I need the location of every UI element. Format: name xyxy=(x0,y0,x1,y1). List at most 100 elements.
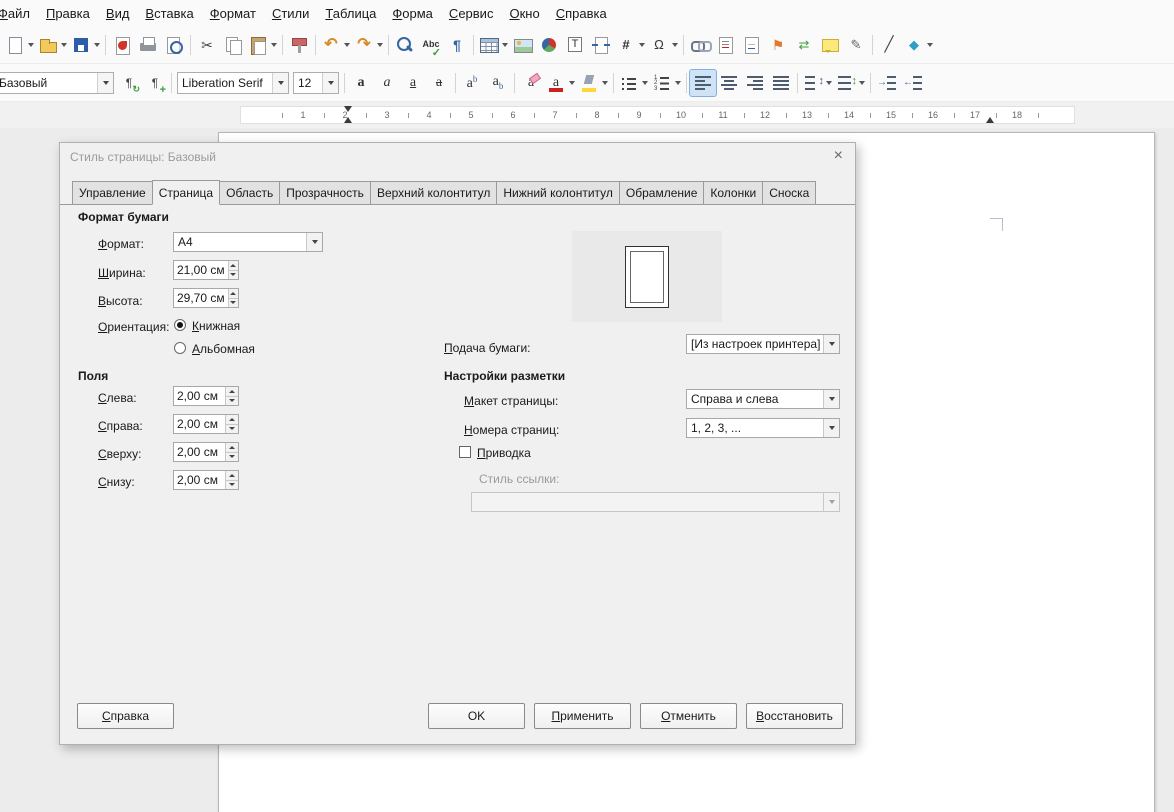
register-true-checkbox[interactable] xyxy=(459,446,471,458)
apply-button[interactable]: Применить xyxy=(534,703,631,729)
spin-down-icon[interactable] xyxy=(228,297,238,307)
insert-textbox-button[interactable]: T xyxy=(562,32,588,58)
italic-button[interactable]: а xyxy=(374,70,400,96)
insert-line-button[interactable]: ╱ xyxy=(876,32,902,58)
print-preview-button[interactable] xyxy=(161,32,187,58)
dropdown-arrow-icon[interactable] xyxy=(824,70,833,96)
cut-button[interactable]: ✂ xyxy=(194,32,220,58)
dropdown-arrow-icon[interactable] xyxy=(269,32,278,58)
spin-up-icon[interactable] xyxy=(228,261,238,270)
dropdown-arrow-icon[interactable] xyxy=(59,32,68,58)
paragraph-spacing-button[interactable] xyxy=(834,70,867,96)
ok-button[interactable]: OK xyxy=(428,703,525,729)
superscript-button[interactable]: a xyxy=(459,70,485,96)
insert-endnote-button[interactable] xyxy=(739,32,765,58)
redo-button[interactable]: ↷ xyxy=(352,32,385,58)
tab-2[interactable]: Область xyxy=(219,181,281,204)
spin-down-icon[interactable] xyxy=(226,451,238,461)
print-button[interactable] xyxy=(135,32,161,58)
font-size-combo[interactable]: 12 xyxy=(293,71,339,94)
insert-image-button[interactable] xyxy=(510,32,536,58)
spin-up-icon[interactable] xyxy=(226,443,238,452)
clear-formatting-button[interactable]: а xyxy=(518,70,544,96)
menu-item-3[interactable]: Вставка xyxy=(137,2,201,25)
save-button[interactable] xyxy=(69,32,102,58)
tab-4[interactable]: Верхний колонтитул xyxy=(369,181,498,204)
font-name-combo[interactable]: Liberation Serif xyxy=(177,71,289,94)
insert-chart-button[interactable] xyxy=(536,32,562,58)
spin-up-icon[interactable] xyxy=(226,471,238,480)
dropdown-arrow-icon[interactable] xyxy=(567,70,576,96)
menu-item-8[interactable]: Сервис xyxy=(441,2,502,25)
dropdown-arrow-icon[interactable] xyxy=(640,70,649,96)
track-changes-button[interactable]: ✎ xyxy=(843,32,869,58)
tab-0[interactable]: Управление xyxy=(72,181,153,204)
dropdown-arrow-icon[interactable] xyxy=(97,72,113,93)
insert-comment-button[interactable] xyxy=(817,32,843,58)
orientation-portrait-radio[interactable] xyxy=(174,319,186,331)
paper-height-input[interactable]: 29,70 см xyxy=(173,288,239,308)
page-numbers-select[interactable]: 1, 2, 3, ... xyxy=(686,418,840,438)
tab-3[interactable]: Прозрачность xyxy=(279,181,371,204)
spelling-button[interactable]: Abc xyxy=(418,32,444,59)
export-pdf-button[interactable] xyxy=(109,32,135,58)
align-justify-button[interactable] xyxy=(768,70,794,96)
margin-bottom-input[interactable]: 2,00 см xyxy=(173,470,239,490)
update-style-button[interactable]: ¶ xyxy=(116,70,142,96)
undo-button[interactable]: ↶ xyxy=(319,32,352,58)
menu-item-7[interactable]: Форма xyxy=(384,2,441,25)
tab-5[interactable]: Нижний колонтитул xyxy=(496,181,620,204)
new-document-button[interactable] xyxy=(3,32,36,58)
hyperlink-button[interactable] xyxy=(687,32,713,58)
paper-tray-select[interactable]: [Из настроек принтера] xyxy=(686,334,840,354)
special-character-button[interactable]: Ω xyxy=(647,32,680,58)
dropdown-arrow-icon[interactable] xyxy=(670,32,679,58)
find-replace-button[interactable] xyxy=(392,32,418,58)
align-right-button[interactable] xyxy=(742,70,768,96)
dropdown-arrow-icon[interactable] xyxy=(673,70,682,96)
insert-table-button[interactable] xyxy=(477,32,510,58)
spin-up-icon[interactable] xyxy=(226,387,238,396)
paste-button[interactable] xyxy=(246,32,279,58)
spin-up-icon[interactable] xyxy=(228,289,238,298)
help-button[interactable]: Справка xyxy=(77,703,174,729)
dropdown-arrow-icon[interactable] xyxy=(92,32,101,58)
menu-item-9[interactable]: Окно xyxy=(501,2,547,25)
paper-format-select[interactable]: A4 xyxy=(173,232,323,252)
page-layout-select[interactable]: Справа и слева xyxy=(686,389,840,409)
unordered-list-button[interactable] xyxy=(617,70,650,96)
dropdown-arrow-icon[interactable] xyxy=(342,32,351,58)
spin-down-icon[interactable] xyxy=(228,269,238,279)
spin-down-icon[interactable] xyxy=(226,423,238,433)
dialog-titlebar[interactable]: Стиль страницы: Базовый × xyxy=(60,143,855,171)
spin-up-icon[interactable] xyxy=(226,415,238,424)
margin-right-input[interactable]: 2,00 см xyxy=(173,414,239,434)
strikethrough-button[interactable]: а xyxy=(426,70,452,96)
subscript-button[interactable]: a xyxy=(485,70,511,96)
font-color-button[interactable]: а xyxy=(544,70,577,96)
tab-7[interactable]: Колонки xyxy=(703,181,764,204)
dropdown-arrow-icon[interactable] xyxy=(26,32,35,58)
basic-shapes-button[interactable]: ◆ xyxy=(902,32,935,58)
close-icon[interactable]: × xyxy=(834,147,843,165)
dropdown-arrow-icon[interactable] xyxy=(637,32,646,58)
new-style-button[interactable]: ¶ xyxy=(142,70,168,96)
margin-top-input[interactable]: 2,00 см xyxy=(173,442,239,462)
ordered-list-button[interactable] xyxy=(650,70,683,96)
dropdown-arrow-icon[interactable] xyxy=(322,72,338,93)
tab-1[interactable]: Страница xyxy=(151,180,221,205)
bold-button[interactable]: а xyxy=(348,70,374,96)
increase-indent-button[interactable] xyxy=(874,70,900,96)
highlight-color-button[interactable] xyxy=(577,70,610,96)
underline-button[interactable]: а xyxy=(400,70,426,96)
align-left-button[interactable] xyxy=(689,68,717,97)
horizontal-ruler[interactable]: 1 2 3 4 5 6 7 8 9 10 11 12 13 14 15 16 17 18 xyxy=(0,102,1174,128)
formatting-marks-button[interactable]: ¶ xyxy=(444,32,470,58)
dropdown-arrow-icon[interactable] xyxy=(857,70,866,96)
dropdown-arrow-icon[interactable] xyxy=(823,419,839,437)
dropdown-arrow-icon[interactable] xyxy=(925,32,934,58)
orientation-portrait-label[interactable]: Книжная xyxy=(192,319,240,333)
right-indent-marker[interactable] xyxy=(986,117,994,123)
orientation-landscape-radio[interactable] xyxy=(174,342,186,354)
clone-formatting-button[interactable] xyxy=(286,32,312,58)
